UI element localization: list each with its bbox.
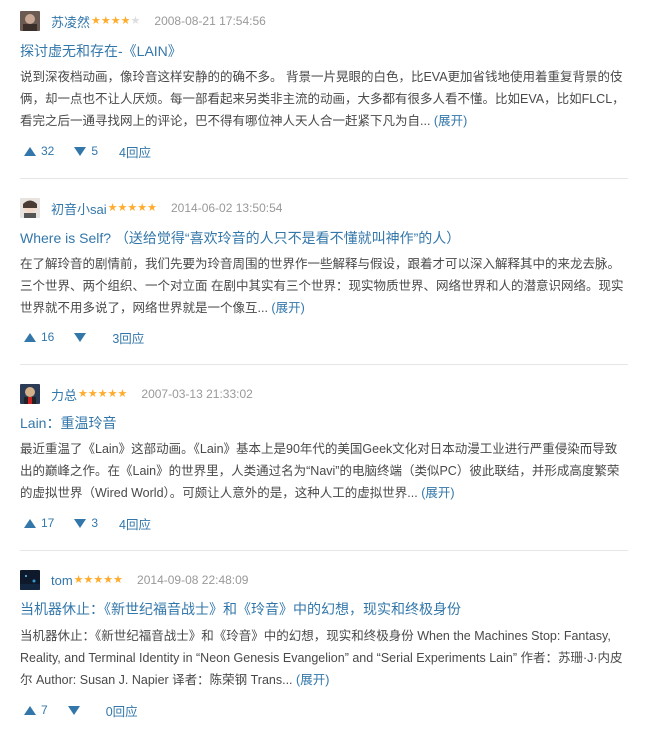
upvote-icon [24, 518, 36, 528]
rating-stars: ★ ★ ★ ★ ★ [73, 573, 124, 586]
downvote-button[interactable]: 5 [70, 141, 102, 161]
star-icon: ★ [117, 201, 128, 214]
avatar[interactable] [20, 198, 40, 218]
review-header: 初音小sai ★ ★ ★ ★ ★ 2014-06-02 13:50:54 [20, 197, 282, 219]
star-icon: ★ [83, 573, 94, 586]
review-actions: 16 3回应 [20, 326, 144, 348]
review-title[interactable]: Where is Self? （送给觉得“喜欢玲音的人只不是看不懂就叫神作”的人… [20, 228, 460, 248]
upvote-button[interactable]: 17 [20, 513, 58, 533]
rating-stars: ★ ★ ★ ★ ★ [78, 387, 128, 400]
upvote-count: 17 [41, 516, 55, 530]
review-header: 苏凌然 ★ ★ ★ ★ ★ 2008-08-21 17:54:56 [20, 10, 266, 32]
review-body-text: 在了解玲音的剧情前，我们先要为玲音周围的世界作一些解释与假设，跟着才可以深入解释… [20, 257, 624, 315]
reply-link[interactable]: 3回应 [112, 328, 144, 347]
star-icon: ★ [120, 14, 131, 27]
review-actions: 7 0回应 [20, 699, 138, 721]
review-title[interactable]: 当机器休止：《新世纪福音战士》和《玲音》中的幻想，现实和终极身份 [20, 599, 461, 619]
downvote-count: 5 [91, 144, 99, 158]
review-header: tom ★ ★ ★ ★ ★ 2014-09-08 22:48:09 [20, 569, 248, 591]
upvote-button[interactable]: 32 [20, 141, 58, 161]
downvote-icon [67, 705, 80, 715]
star-icon: ★ [103, 573, 114, 586]
star-icon: ★ [91, 14, 101, 27]
expand-link[interactable]: (展开) [421, 486, 454, 500]
upvote-count: 16 [41, 330, 55, 344]
author-link[interactable]: 力总 [51, 385, 77, 404]
avatar[interactable] [20, 11, 40, 31]
review-title[interactable]: Lain：重温玲音 [20, 413, 116, 433]
upvote-count: 7 [41, 703, 48, 717]
star-empty-icon: ★ [130, 14, 141, 27]
star-icon: ★ [87, 387, 98, 400]
review-time: 2008-08-21 17:54:56 [154, 14, 266, 28]
review-time: 2007-03-13 21:33:02 [141, 387, 253, 401]
review-actions: 17 3 4回应 [20, 512, 151, 534]
avatar[interactable] [20, 570, 40, 590]
star-icon: ★ [78, 387, 88, 400]
review-time: 2014-09-08 22:48:09 [137, 573, 249, 587]
star-icon: ★ [73, 573, 84, 586]
downvote-button[interactable] [64, 700, 89, 720]
star-icon: ★ [100, 14, 111, 27]
rating-stars: ★ ★ ★ ★ ★ [91, 14, 141, 27]
expand-link[interactable]: (展开) [271, 301, 304, 315]
downvote-button[interactable]: 3 [70, 513, 102, 533]
review-excerpt: 最近重温了《Lain》这部动画。《Lain》基本上是90年代的美国Geek文化对… [20, 438, 628, 504]
avatar[interactable] [20, 384, 40, 404]
review-actions: 32 5 4回应 [20, 140, 151, 162]
divider [20, 364, 628, 365]
star-icon: ★ [110, 14, 121, 27]
star-icon: ★ [147, 201, 157, 214]
review-excerpt: 在了解玲音的剧情前，我们先要为玲音周围的世界作一些解释与假设，跟着才可以深入解释… [20, 253, 628, 319]
author-link[interactable]: 初音小sai [51, 199, 107, 218]
review-excerpt: 说到深夜档动画，像玲音这样安静的的确不多。 背景一片晃眼的白色，比EVA更加省钱… [20, 66, 628, 132]
downvote-icon [74, 518, 87, 528]
divider [20, 550, 628, 551]
upvote-icon [24, 705, 36, 715]
downvote-icon [74, 146, 87, 156]
reply-link[interactable]: 0回应 [106, 701, 138, 720]
reply-link[interactable]: 4回应 [119, 142, 151, 161]
divider [20, 178, 628, 179]
review-title[interactable]: 探讨虚无和存在-《LAIN》 [20, 41, 182, 61]
upvote-icon [24, 146, 36, 156]
star-icon: ★ [117, 387, 128, 400]
reply-link[interactable]: 4回应 [119, 514, 151, 533]
star-icon: ★ [107, 201, 118, 214]
review-excerpt: 当机器休止：《新世纪福音战士》和《玲音》中的幻想，现实和终极身份 When th… [20, 625, 628, 691]
upvote-button[interactable]: 7 [20, 700, 52, 720]
downvote-count: 3 [91, 516, 99, 530]
downvote-icon [74, 332, 87, 342]
star-icon: ★ [113, 573, 124, 586]
author-link[interactable]: tom [51, 573, 73, 588]
rating-stars: ★ ★ ★ ★ ★ [107, 201, 157, 214]
upvote-count: 32 [41, 144, 55, 158]
review-time: 2014-06-02 13:50:54 [171, 201, 283, 215]
review-header: 力总 ★ ★ ★ ★ ★ 2007-03-13 21:33:02 [20, 383, 253, 405]
upvote-icon [24, 332, 36, 342]
expand-link[interactable]: (展开) [296, 673, 329, 687]
star-icon: ★ [97, 387, 108, 400]
expand-link[interactable]: (展开) [434, 114, 467, 128]
review-body-text: 说到深夜档动画，像玲音这样安静的的确不多。 背景一片晃眼的白色，比EVA更加省钱… [20, 70, 625, 128]
downvote-button[interactable] [70, 327, 95, 347]
upvote-button[interactable]: 16 [20, 327, 58, 347]
author-link[interactable]: 苏凌然 [51, 12, 90, 31]
star-icon: ★ [137, 201, 148, 214]
star-icon: ★ [107, 387, 118, 400]
review-body-text: 最近重温了《Lain》这部动画。《Lain》基本上是90年代的美国Geek文化对… [20, 442, 620, 500]
star-icon: ★ [93, 573, 104, 586]
star-icon: ★ [127, 201, 138, 214]
